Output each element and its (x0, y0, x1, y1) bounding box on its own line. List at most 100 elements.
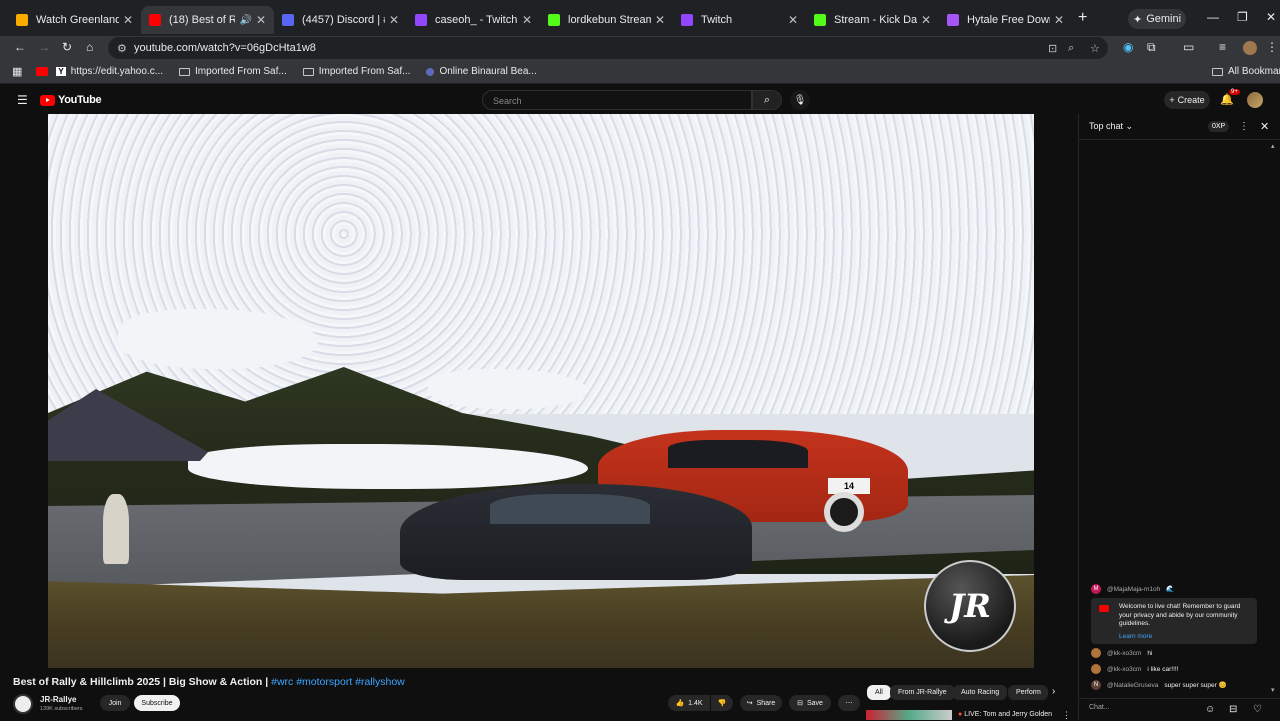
star-icon[interactable]: ☆ (1090, 42, 1100, 55)
browser-tab[interactable]: lordkebun Stream - Wa ✕ (540, 6, 673, 34)
dislike-button[interactable]: 👎 (711, 695, 733, 711)
back-icon[interactable]: ← (14, 40, 26, 54)
top-chat-dropdown[interactable]: Top chat ⌄ (1089, 121, 1133, 132)
hashtag-links[interactable]: #wrc #motorsport #rallyshow (271, 676, 405, 688)
tab-close-icon[interactable]: ✕ (788, 13, 798, 27)
tab-close-icon[interactable]: ✕ (921, 13, 931, 27)
search-button[interactable]: ⌕ (752, 90, 782, 110)
more-options-icon[interactable]: ⋮ (1239, 121, 1249, 132)
browser-tab[interactable]: caseoh_ - Twitch ✕ (407, 6, 540, 34)
account-avatar[interactable] (1247, 92, 1263, 108)
bookmark-folder-2[interactable]: Imported From Saf... (302, 66, 410, 77)
address-bar[interactable]: ⚙ youtube.com/watch?v=06gDcHta1w8 ⊡ ⌕ ☆ (108, 37, 1108, 59)
tab-audio-icon[interactable]: 🔊 (239, 15, 251, 26)
chat-input[interactable]: Chat... (1089, 704, 1110, 711)
media-icon[interactable]: ≡ (1219, 40, 1226, 54)
extensions-puzzle-icon[interactable]: ⧉ (1147, 40, 1156, 55)
video-title: Best of Rally & Hillclimb 2025 | Big Sho… (13, 676, 405, 688)
tab-close-icon[interactable]: ✕ (123, 13, 133, 27)
youtube-logo[interactable]: YouTube (40, 94, 102, 106)
close-icon[interactable]: ✕ (1260, 120, 1269, 133)
yahoo-icon: Y (56, 67, 66, 76)
tab-close-icon[interactable]: ✕ (522, 13, 532, 27)
browser-tab[interactable]: Stream - Kick Dashboar ✕ (806, 6, 939, 34)
browser-tab[interactable]: Twitch ✕ (673, 6, 806, 34)
chip-auto-racing[interactable]: Auto Racing (953, 685, 1008, 700)
learn-more-link[interactable]: Learn more (1119, 633, 1251, 642)
voice-search-button[interactable]: 🎙 (790, 90, 810, 110)
more-actions-button[interactable]: ⋯ (838, 695, 860, 711)
close-window-button[interactable]: ✕ (1266, 10, 1276, 24)
scroll-up-icon[interactable]: ▴ (1271, 142, 1275, 150)
bookmark-folder-1[interactable]: Imported From Saf... (179, 66, 287, 77)
profile-avatar[interactable] (1243, 41, 1257, 55)
tab-close-icon[interactable]: ✕ (389, 13, 399, 27)
create-button[interactable]: + Create (1164, 91, 1210, 109)
share-button[interactable]: ↪ Share (740, 695, 782, 711)
emoji-icon[interactable]: ☺ (1205, 704, 1215, 715)
chat-welcome-notice: Welcome to live chat! Remember to guard … (1091, 598, 1257, 644)
bookmark-icon: ⊟ (797, 700, 803, 707)
sidepanel-icon[interactable]: ▭ (1183, 40, 1194, 54)
browser-tab[interactable]: (18) Best of Rally &🔊 ✕ (141, 6, 274, 34)
extension-icon[interactable]: ◉ (1123, 40, 1133, 54)
search-input[interactable]: Search (482, 90, 752, 110)
tab-title: Twitch (701, 14, 733, 26)
chip-from-channel[interactable]: From JR-Rallye (890, 685, 955, 700)
gemini-button[interactable]: ✦ Gemini (1128, 9, 1186, 29)
scroll-down-icon[interactable]: ▾ (1271, 686, 1275, 694)
new-tab-button[interactable]: + (1078, 9, 1087, 27)
like-button[interactable]: 👍 1.4K (668, 695, 710, 711)
channel-watermark[interactable]: JR (924, 560, 1016, 652)
browser-tab[interactable]: Watch Greenland 2: Mig ✕ (8, 6, 141, 34)
channel-avatar[interactable] (13, 694, 33, 714)
chevron-right-icon[interactable]: › (1052, 686, 1055, 697)
bookmark-yahoo[interactable]: Yhttps://edit.yahoo.c... (56, 66, 163, 77)
save-button[interactable]: ⊟ Save (789, 695, 831, 711)
install-icon[interactable]: ⊡ (1048, 42, 1057, 55)
parked-car (400, 484, 752, 580)
join-button[interactable]: Join (100, 695, 130, 711)
menu-icon[interactable]: ⋮ (1266, 40, 1278, 54)
video-player[interactable]: 14 JR (48, 114, 1034, 668)
up-next-thumbnail[interactable] (866, 710, 952, 720)
tab-title: (4457) Discord | # (302, 14, 385, 26)
all-bookmarks[interactable]: All Bookmarks (1212, 66, 1280, 77)
heart-icon[interactable]: ♡ (1253, 704, 1262, 715)
minimize-button[interactable]: — (1207, 10, 1219, 24)
points-badge[interactable]: 0XP (1208, 121, 1230, 132)
tab-close-icon[interactable]: ✕ (655, 13, 665, 27)
tab-title: Hytale Free Download (967, 14, 1050, 26)
site-info-icon[interactable]: ⚙ (117, 42, 127, 55)
browser-tab[interactable]: Hytale Free Download ✕ (939, 6, 1072, 34)
hamburger-menu-icon[interactable]: ☰ (17, 93, 28, 107)
avatar: N (1091, 680, 1101, 690)
tab-close-icon[interactable]: ✕ (256, 13, 266, 27)
snow-patch (188, 444, 588, 489)
apps-icon[interactable]: ▦ (12, 65, 22, 78)
wheel (824, 492, 864, 532)
home-icon[interactable]: ⌂ (86, 40, 93, 54)
bookmark-binaural[interactable]: Online Binaural Bea... (426, 66, 537, 77)
tab-close-icon[interactable]: ✕ (1054, 13, 1064, 27)
tab-favicon-icon (415, 14, 427, 26)
snowy-hillside (48, 114, 1034, 414)
youtube-icon (1099, 605, 1109, 612)
up-next-title[interactable]: ● LIVE: Tom and Jerry Golden (958, 711, 1052, 718)
youtube-bookmark-icon[interactable] (36, 67, 49, 76)
browser-tabbar: Watch Greenland 2: Mig✕(18) Best of Rall… (0, 0, 1280, 36)
tab-favicon-icon (548, 14, 560, 26)
reload-icon[interactable]: ↻ (62, 40, 72, 54)
browser-tab[interactable]: (4457) Discord | # ✕ (274, 6, 407, 34)
more-options-icon[interactable]: ⋮ (1062, 710, 1071, 721)
tab-title: lordkebun Stream - Wa (568, 14, 651, 26)
chip-perform[interactable]: Perform (1008, 685, 1048, 700)
forward-icon[interactable]: → (38, 40, 50, 54)
maximize-button[interactable]: ❐ (1237, 10, 1248, 24)
channel-name[interactable]: JR-Rallye (40, 695, 76, 704)
mic-icon: 🎙 (793, 94, 807, 106)
chip-all[interactable]: All (867, 685, 891, 700)
zoom-icon[interactable]: ⌕ (1068, 42, 1074, 55)
subscribe-button[interactable]: Subscribe (134, 695, 180, 711)
super-chat-icon[interactable]: ⊟ (1229, 704, 1237, 715)
